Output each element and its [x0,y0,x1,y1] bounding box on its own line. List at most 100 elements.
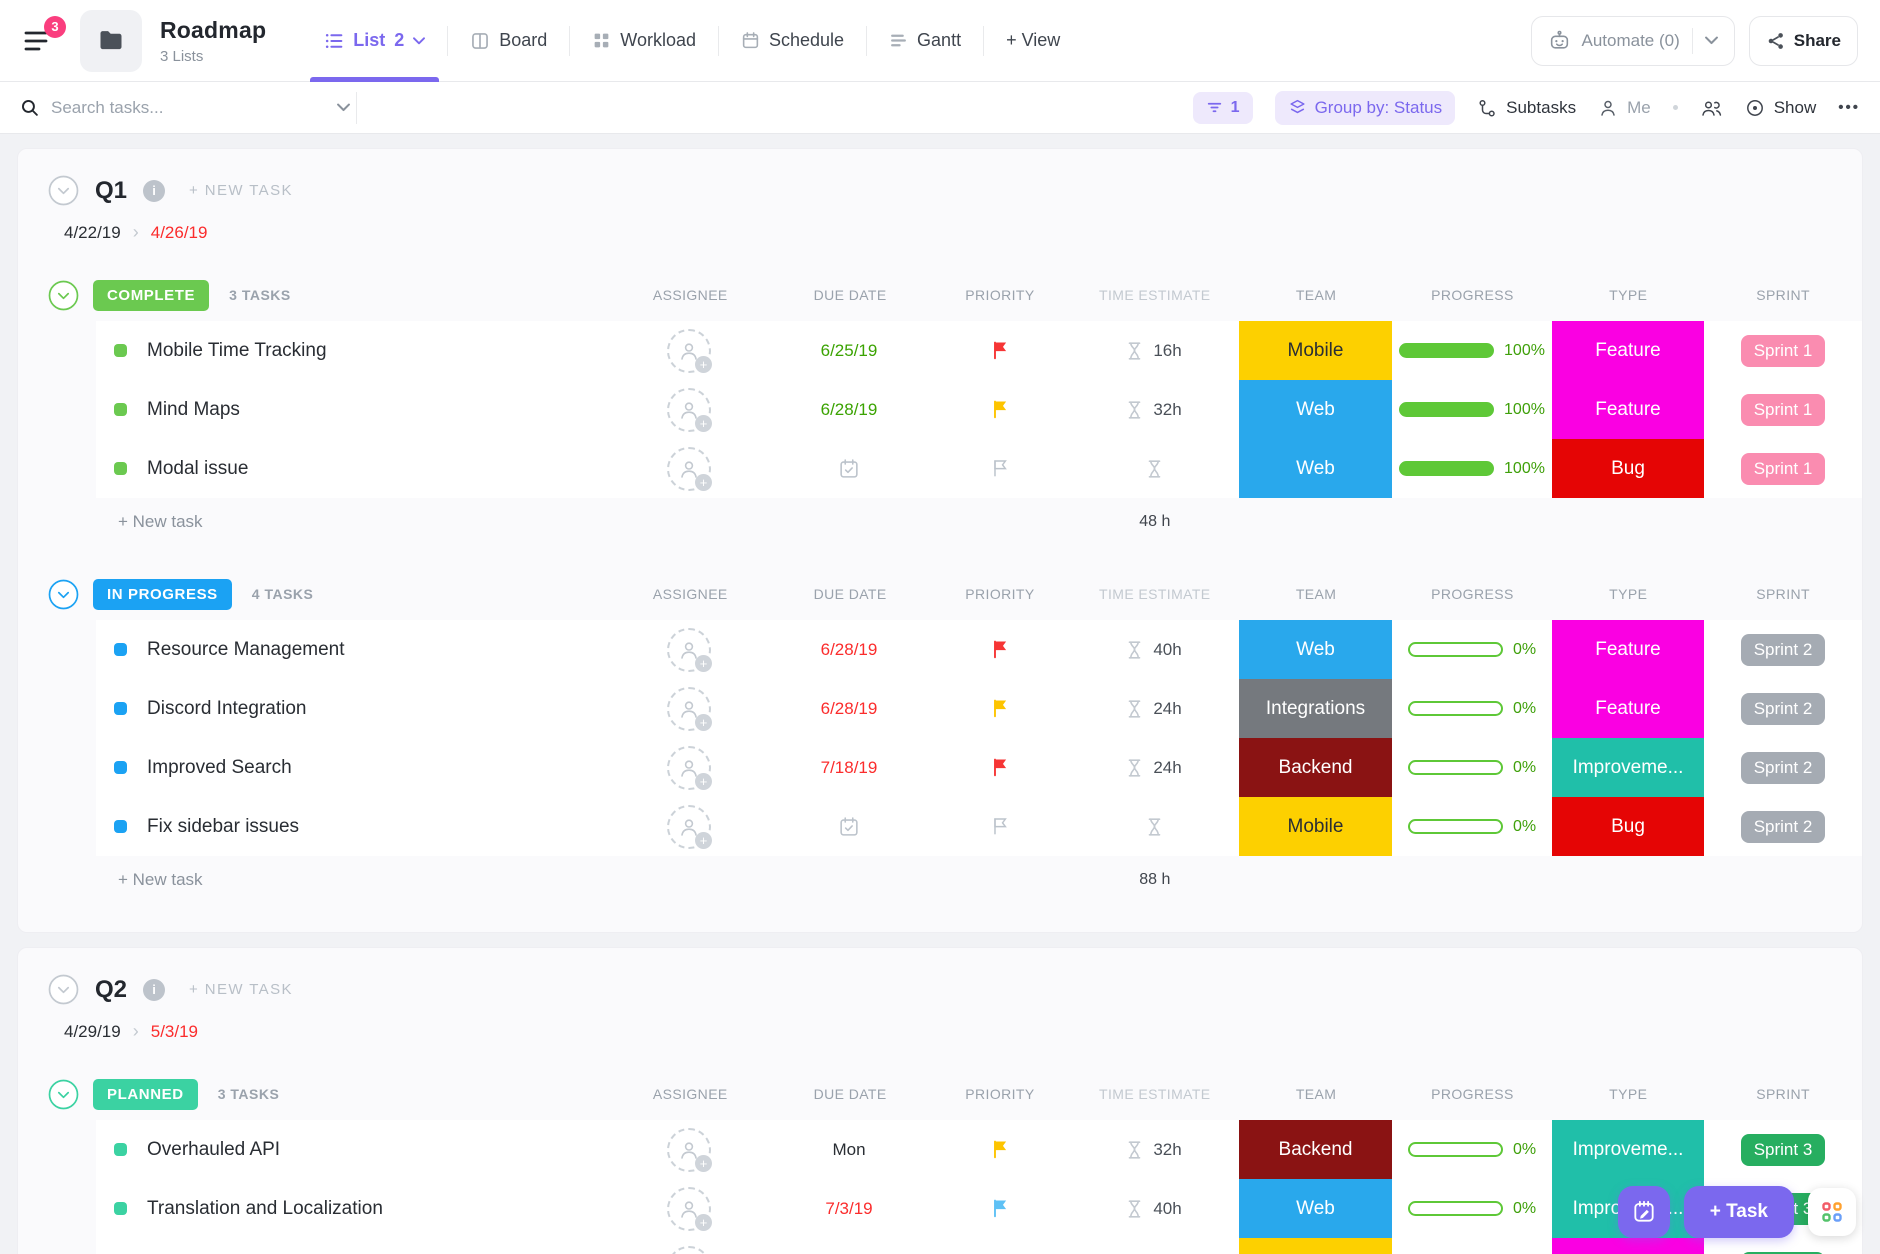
due-date[interactable]: 6/28/19 [821,640,878,660]
set-due-date-icon[interactable] [838,816,860,838]
column-header-due-date[interactable]: DUE DATE [770,586,930,602]
task-name[interactable]: Overhauled API [147,1139,280,1161]
task-name[interactable]: Modal issue [147,458,248,480]
type-cell[interactable]: Improveme... [1552,1120,1704,1179]
start-date[interactable]: 4/22/19 [64,223,121,243]
priority-flag-icon[interactable] [990,340,1009,361]
due-date[interactable]: 6/28/19 [821,400,878,420]
tab-board[interactable]: Board [452,0,565,81]
time-estimate-cell[interactable]: 32h [1069,1238,1239,1254]
team-cell[interactable]: Web [1239,620,1392,679]
task-status-dot[interactable] [114,761,127,774]
task-name[interactable]: Discord Integration [147,698,306,720]
search-input[interactable] [51,98,325,118]
sprint-badge[interactable]: Sprint 2 [1741,693,1826,725]
time-estimate-cell[interactable] [1069,439,1239,498]
team-cell[interactable]: Web [1239,1179,1392,1238]
table-row[interactable]: Mobile Inbox Jul 5 32h Mobile 0% Feature… [96,1238,1862,1254]
column-header-type[interactable]: TYPE [1552,287,1704,303]
add-assignee-button[interactable] [667,746,711,790]
collapse-group-button[interactable] [48,280,79,311]
team-cell[interactable]: Backend [1239,1120,1392,1179]
table-row[interactable]: Overhauled API Mon 32h Backend 0% Improv… [96,1120,1862,1179]
due-date[interactable]: 6/25/19 [821,341,878,361]
task-name[interactable]: Mind Maps [147,399,240,421]
column-header-assignee[interactable]: ASSIGNEE [610,1086,770,1102]
task-status-dot[interactable] [114,702,127,715]
apps-grid-button[interactable] [1808,1188,1856,1236]
column-header-type[interactable]: TYPE [1552,1086,1704,1102]
task-name[interactable]: Improved Search [147,757,292,779]
type-cell[interactable]: Feature [1552,620,1704,679]
column-header-sprint[interactable]: SPRINT [1704,1086,1862,1102]
team-cell[interactable]: Mobile [1239,1238,1392,1254]
priority-flag-icon[interactable] [990,458,1009,479]
section-new-task-button[interactable]: + NEW TASK [189,182,293,199]
priority-flag-icon[interactable] [990,698,1009,719]
new-task-button[interactable]: + New task [118,870,203,890]
column-header-time-estimate[interactable]: TIME ESTIMATE [1070,586,1240,602]
section-new-task-button[interactable]: + NEW TASK [189,981,293,998]
status-badge[interactable]: COMPLETE [93,280,209,311]
column-header-priority[interactable]: PRIORITY [930,287,1070,303]
column-header-priority[interactable]: PRIORITY [930,586,1070,602]
table-row[interactable]: Resource Management 6/28/19 40h Web 0% F… [96,620,1862,679]
column-header-sprint[interactable]: SPRINT [1704,586,1862,602]
end-date[interactable]: 5/3/19 [151,1022,198,1042]
team-cell[interactable]: Web [1239,439,1392,498]
table-row[interactable]: Mind Maps 6/28/19 32h Web 100% Feature S… [96,380,1862,439]
share-button[interactable]: Share [1749,16,1858,66]
task-status-dot[interactable] [114,344,127,357]
column-header-team[interactable]: TEAM [1240,586,1393,602]
task-name[interactable]: Translation and Localization [147,1198,383,1220]
column-header-progress[interactable]: PROGRESS [1393,1086,1553,1102]
due-date[interactable]: Mon [832,1140,865,1160]
time-estimate-cell[interactable]: 16h [1069,321,1239,380]
notification-badge[interactable]: 3 [44,16,66,38]
team-cell[interactable]: Web [1239,380,1392,439]
column-header-type[interactable]: TYPE [1552,586,1704,602]
collapse-section-button[interactable] [48,175,79,206]
collapse-section-button[interactable] [48,974,79,1005]
tab-schedule[interactable]: Schedule [723,0,862,81]
add-assignee-button[interactable] [667,1128,711,1172]
type-cell[interactable]: Feature [1552,380,1704,439]
subtasks-button[interactable]: Subtasks [1477,98,1576,118]
team-cell[interactable]: Mobile [1239,797,1392,856]
priority-flag-icon[interactable] [990,1139,1009,1160]
status-badge[interactable]: IN PROGRESS [93,579,232,610]
column-header-priority[interactable]: PRIORITY [930,1086,1070,1102]
start-date[interactable]: 4/29/19 [64,1022,121,1042]
tab-gantt[interactable]: Gantt [871,0,979,81]
assignees-button[interactable] [1700,98,1723,118]
filter-button[interactable]: 1 [1193,92,1253,124]
type-cell[interactable]: Feature [1552,679,1704,738]
task-status-dot[interactable] [114,820,127,833]
task-status-dot[interactable] [114,1143,127,1156]
table-row[interactable]: Modal issue Web 100% Bug Sprint 1 [96,439,1862,498]
column-header-progress[interactable]: PROGRESS [1393,287,1553,303]
add-assignee-button[interactable] [667,1187,711,1231]
sprint-badge[interactable]: Sprint 2 [1741,811,1826,843]
notepad-button[interactable] [1618,1186,1670,1238]
sprint-badge[interactable]: Sprint 2 [1741,752,1826,784]
task-status-dot[interactable] [114,403,127,416]
tab-list[interactable]: List 2 [306,0,443,81]
sprint-badge[interactable]: Sprint 1 [1741,453,1826,485]
add-task-button[interactable]: + Task [1684,1186,1794,1238]
add-view-button[interactable]: + View [988,0,1078,81]
team-cell[interactable]: Backend [1239,738,1392,797]
sprint-badge[interactable]: Sprint 1 [1741,394,1826,426]
type-cell[interactable]: Bug [1552,797,1704,856]
collapse-group-button[interactable] [48,579,79,610]
column-header-assignee[interactable]: ASSIGNEE [610,586,770,602]
priority-flag-icon[interactable] [990,757,1009,778]
task-name[interactable]: Mobile Time Tracking [147,340,327,362]
due-date[interactable]: 7/18/19 [821,758,878,778]
column-header-due-date[interactable]: DUE DATE [770,287,930,303]
due-date[interactable]: 7/3/19 [825,1199,872,1219]
time-estimate-cell[interactable]: 40h [1069,620,1239,679]
table-row[interactable]: Mobile Time Tracking 6/25/19 16h Mobile … [96,321,1862,380]
team-cell[interactable]: Mobile [1239,321,1392,380]
column-header-team[interactable]: TEAM [1240,1086,1393,1102]
